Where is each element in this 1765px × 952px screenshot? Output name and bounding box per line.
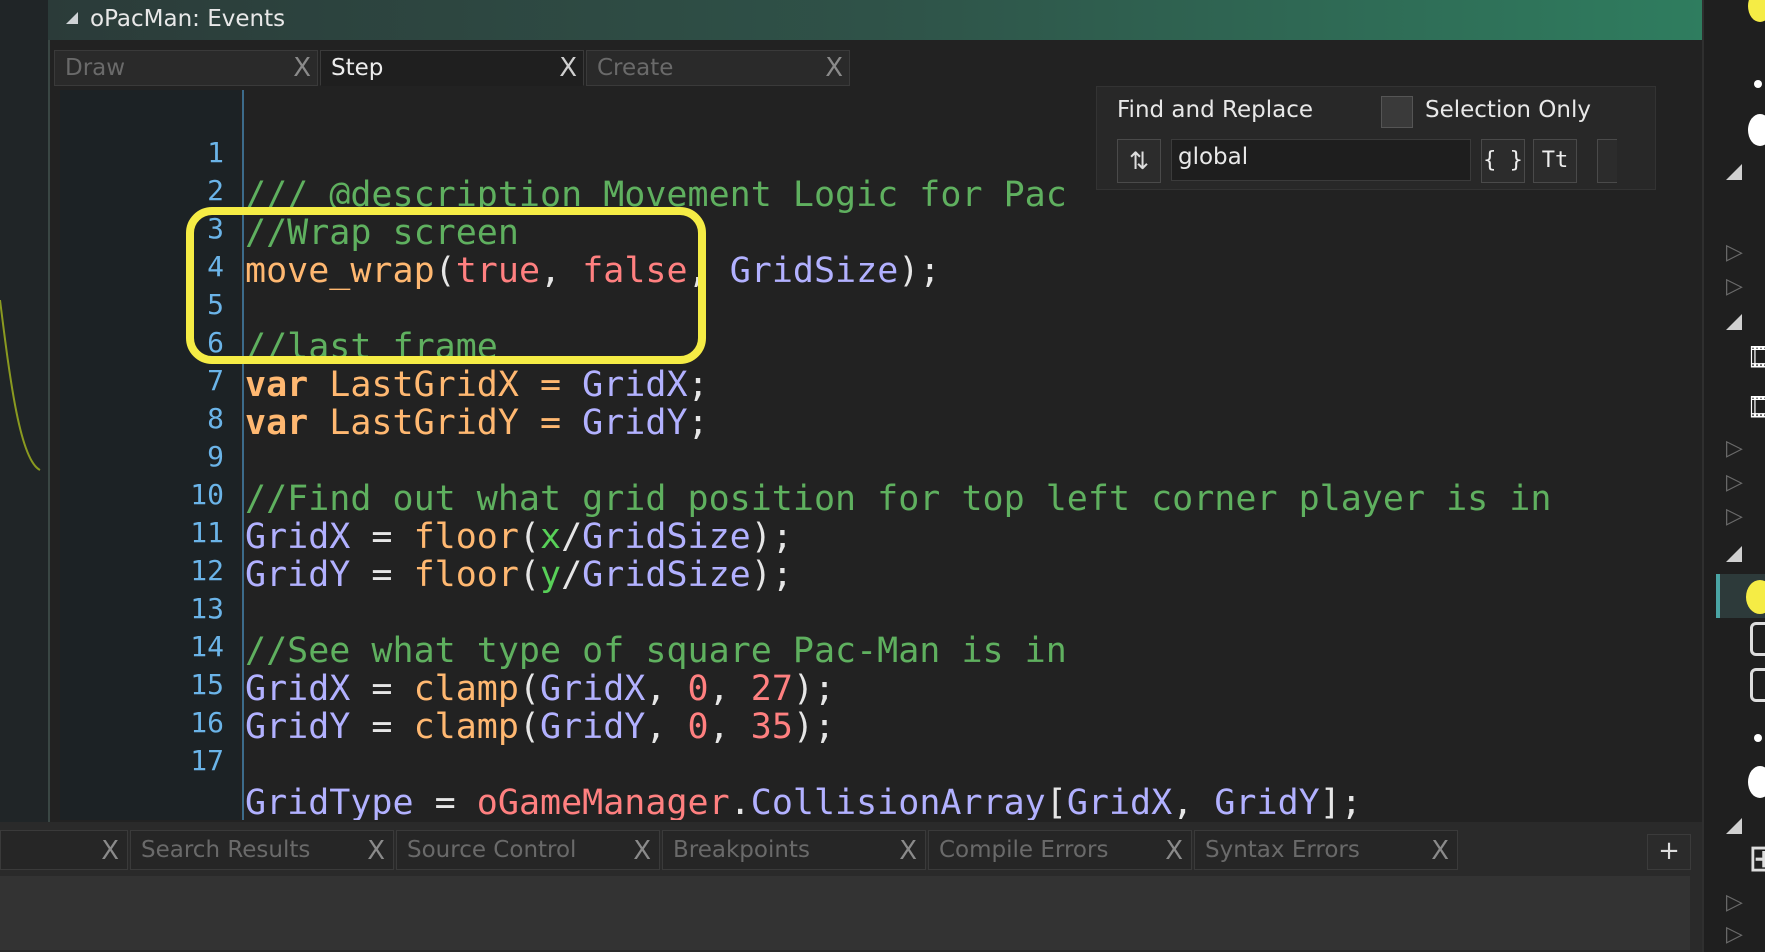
expand-triangle-icon[interactable] <box>1726 546 1742 562</box>
punct: . <box>729 783 751 820</box>
tab-label: Draw <box>65 55 126 81</box>
punct: [ <box>1045 783 1067 820</box>
close-icon[interactable]: X <box>633 837 651 865</box>
collapsed-arrow-icon[interactable]: ▷ <box>1726 274 1743 299</box>
tab-label: Step <box>331 55 384 81</box>
tab-search-results[interactable]: Search Results X <box>130 830 394 870</box>
window-title: oPacMan: Events <box>90 6 286 32</box>
backdrop-curve <box>0 300 41 471</box>
output-tab-bar: X Search Results X Source Control X Brea… <box>0 822 1702 952</box>
code-line: 11 GridY = floor(y/GridSize); <box>60 470 1700 595</box>
highlight-annotation-box <box>186 207 706 364</box>
object-icon[interactable] <box>1750 668 1765 702</box>
collapsed-arrow-icon[interactable]: ▷ <box>1726 504 1743 529</box>
pellet-icon[interactable] <box>1748 766 1765 798</box>
close-icon[interactable]: X <box>1165 837 1183 865</box>
collapsed-arrow-icon[interactable]: ▷ <box>1726 890 1743 915</box>
selection-only-label: Selection Only <box>1425 97 1591 123</box>
collapsed-arrow-icon[interactable]: ▷ <box>1726 922 1743 947</box>
close-icon[interactable]: X <box>293 54 311 82</box>
expand-triangle-icon[interactable] <box>1726 314 1742 330</box>
tab-syntax-errors[interactable]: Syntax Errors X <box>1194 830 1458 870</box>
left-backdrop <box>0 0 48 952</box>
close-icon[interactable]: X <box>899 837 917 865</box>
tab-output[interactable]: X <box>0 830 128 870</box>
variable: GridX <box>1066 783 1173 820</box>
pellet-icon[interactable] <box>1748 114 1765 146</box>
close-icon[interactable]: X <box>825 54 843 82</box>
operator: = <box>413 783 477 820</box>
dropdown-button[interactable] <box>1597 139 1617 183</box>
close-icon[interactable]: X <box>559 54 577 82</box>
punct: , <box>1172 783 1215 820</box>
tab-label: Syntax Errors <box>1205 837 1360 863</box>
punct: ]; <box>1319 783 1362 820</box>
code-line: 13 //See what type of square Pac-Man is … <box>60 546 1700 671</box>
line-number: 17 <box>190 744 224 777</box>
code-line: 10 GridX = floor(x/GridSize); <box>60 432 1700 557</box>
room-grid-icon[interactable]: ⊞ <box>1748 836 1765 880</box>
braces-button[interactable]: { } <box>1481 139 1525 183</box>
search-input[interactable]: global <box>1171 139 1471 181</box>
code-line: 9 //Find out what grid position for top … <box>60 394 1700 519</box>
tab-label: Source Control <box>407 837 577 863</box>
tab-label: Breakpoints <box>673 837 810 863</box>
variable: GridY <box>1214 783 1320 820</box>
tab-compile-errors[interactable]: Compile Errors X <box>928 830 1192 870</box>
sequence-icon[interactable]: 🎞 <box>1746 390 1765 425</box>
code-editor-panel: Draw X Step X Create X 1 /// @descriptio… <box>48 40 1702 822</box>
collapse-triangle-icon[interactable] <box>66 12 78 24</box>
close-icon[interactable]: X <box>1431 837 1449 865</box>
tab-label: Compile Errors <box>939 837 1109 863</box>
window-titlebar[interactable]: oPacMan: Events <box>48 0 1702 40</box>
object-icon[interactable] <box>1750 622 1765 656</box>
tab-label: Create <box>597 55 674 81</box>
close-icon[interactable]: X <box>101 837 119 865</box>
find-replace-title: Find and Replace <box>1117 97 1313 123</box>
sequence-icon[interactable]: 🎞 <box>1746 340 1765 375</box>
code-line: 17 GridType = oGameManager.CollisionArra… <box>60 698 1700 820</box>
tab-draw[interactable]: Draw X <box>54 50 318 86</box>
pacman-icon[interactable] <box>1748 0 1765 22</box>
variable: CollisionArray <box>750 783 1046 820</box>
add-tab-button[interactable]: + <box>1647 834 1691 870</box>
code-area[interactable]: 1 /// @description Movement Logic for Pa… <box>60 90 1700 820</box>
collapsed-arrow-icon[interactable]: ▷ <box>1726 470 1743 495</box>
dot-icon[interactable] <box>1754 80 1762 88</box>
code-line: 14 GridX = clamp(GridX, 0, 27); <box>60 584 1700 709</box>
code-line: 12 <box>60 508 1700 587</box>
asset-browser-strip: ▷ ▷ 🎞 🎞 ▷ ▷ ▷ ⊞ ▷ ▷ <box>1702 0 1765 952</box>
find-replace-panel: Find and Replace Selection Only ⇅ global… <box>1096 86 1656 190</box>
code-line: 15 GridY = clamp(GridY, 0, 35); <box>60 622 1700 747</box>
code-text: GridType = oGameManager.CollisionArray[G… <box>245 782 1362 820</box>
code-line: 16 <box>60 660 1700 739</box>
tab-create[interactable]: Create X <box>586 50 850 86</box>
collapsed-arrow-icon[interactable]: ▷ <box>1726 240 1743 265</box>
tab-source-control[interactable]: Source Control X <box>396 830 660 870</box>
expand-triangle-icon[interactable] <box>1726 818 1742 834</box>
object-name: oGameManager <box>476 783 730 820</box>
selection-only-checkbox[interactable] <box>1381 96 1413 128</box>
tab-breakpoints[interactable]: Breakpoints X <box>662 830 926 870</box>
variable: GridType <box>245 783 414 820</box>
tab-step[interactable]: Step X <box>320 50 584 86</box>
dot-icon[interactable] <box>1754 734 1762 742</box>
tab-label: Search Results <box>141 837 311 863</box>
match-case-button[interactable]: Tt <box>1533 139 1577 183</box>
collapsed-arrow-icon[interactable]: ▷ <box>1726 436 1743 461</box>
swap-arrows-icon[interactable]: ⇅ <box>1117 139 1161 183</box>
expand-triangle-icon[interactable] <box>1726 164 1742 180</box>
output-panel-body <box>0 876 1690 950</box>
close-icon[interactable]: X <box>367 837 385 865</box>
